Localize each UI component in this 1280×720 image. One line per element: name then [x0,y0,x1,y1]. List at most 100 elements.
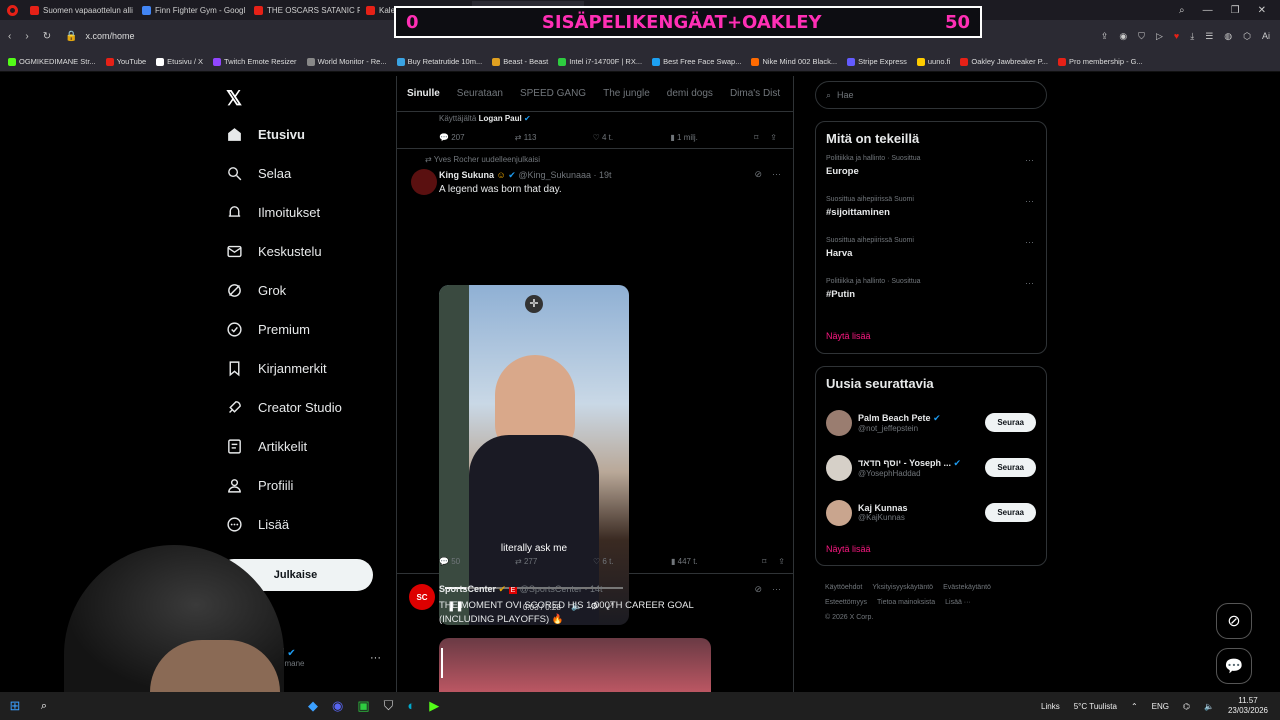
follow-button[interactable]: Seuraa [985,413,1036,432]
taskbar-search-icon[interactable]: ⌕ [30,700,58,713]
discord-icon[interactable]: ◉ [332,698,343,714]
grok-float-icon[interactable]: ⊘ [1216,603,1252,639]
shield-icon[interactable]: ⛉ [1138,31,1145,42]
share-icon[interactable]: ⇪ [778,557,785,566]
heart-icon[interactable]: ♥ [1174,31,1179,42]
trend-more-icon[interactable]: ··· [1025,237,1034,247]
more-icon[interactable]: ··· [772,169,781,180]
avatar[interactable] [826,499,852,526]
bookmark-item[interactable]: Nike Mind 002 Black... [751,57,837,66]
trend-item[interactable]: Politiikka ja hallinto · Suosittua Europe… [816,155,1046,196]
share-icon[interactable]: ⇪ [770,133,777,142]
sidebar-item-profile[interactable]: Profiili [226,477,293,494]
extension-icon[interactable]: ⬡ [1243,31,1251,42]
edge-icon[interactable]: ◐ [407,698,415,714]
close-window-icon[interactable]: ✕ [1258,5,1266,16]
follow-suggestion[interactable]: Palm Beach Pete ✔ @not_jeffepstein Seura… [816,400,1046,445]
camera-icon[interactable]: ◉ [1119,31,1127,42]
sidebar-item-bell[interactable]: Ilmoitukset [226,204,320,221]
sidebar-item-premium[interactable]: Premium [226,321,310,338]
bookmark-item[interactable]: Twitch Emote Resizer [213,57,297,66]
bookmark-item[interactable]: Best Free Face Swap... [652,57,741,66]
trend-more-icon[interactable]: ··· [1025,196,1034,206]
network-icon[interactable]: ⌬ [1183,702,1190,711]
play-icon[interactable]: ▷ [1156,31,1163,42]
post-sportscenter[interactable]: SC SportsCenter ✔ E @SportsCenter · 14t … [397,574,793,692]
timeline-tab[interactable]: Seurataan [457,88,503,111]
timeline-tab[interactable]: Dima's Dist [730,88,780,111]
sidebar-item-home[interactable]: Etusivu [226,126,305,143]
browser-tab[interactable]: Finn Fighter Gym - Googl [136,1,248,19]
sidebar-item-more[interactable]: Lisää [226,516,289,533]
account-more-icon[interactable]: ··· [370,652,381,664]
share-icon[interactable]: ⇪ [1101,31,1109,42]
timeline-tab[interactable]: SPEED GANG [520,88,586,111]
browser-tab[interactable]: THE OSCARS SATANIC RI [248,1,360,19]
search-tabs-icon[interactable]: ⌕ [1179,5,1185,16]
author-name[interactable]: King Sukuna [439,170,494,180]
bookmark-item[interactable]: Intel i7-14700F | RX... [558,57,642,66]
trend-item[interactable]: Politiikka ja hallinto · Suosittua #Putin… [816,278,1046,319]
sidebar-item-article[interactable]: Artikkelit [226,438,307,455]
bookmark-item[interactable]: Stripe Express [847,57,907,66]
video-thumbnail[interactable] [439,638,711,692]
post-time[interactable]: 14t [590,584,603,594]
timeline-tab[interactable]: demi dogs [667,88,713,111]
trend-more-icon[interactable]: ··· [1025,278,1034,288]
post-time[interactable]: 19t [599,170,612,180]
avatar[interactable] [826,409,852,436]
trend-item[interactable]: Suosittua aihepiirissä Suomi #sijoittamin… [816,196,1046,237]
show-more-link[interactable]: Näytä lisää [826,544,871,554]
trend-more-icon[interactable]: ··· [1025,155,1034,165]
tray-chevron-icon[interactable]: ⌃ [1131,702,1138,711]
trend-item[interactable]: Suosittua aihepiirissä Suomi Harva ··· [816,237,1046,278]
views-action[interactable]: ▮ 1 milj. [670,133,754,142]
sportscenter-logo-icon[interactable]: SC [409,584,435,610]
copilot-icon[interactable]: ◆ [308,698,318,714]
sidebar-item-bookmark[interactable]: Kirjanmerkit [226,360,327,377]
minimize-icon[interactable]: — [1203,5,1213,16]
follow-suggestion[interactable]: יוסף חדאד - Yoseph ... ✔ @YosephHaddad S… [816,445,1046,490]
like-action[interactable]: ♡ 4 t. [593,133,671,142]
forward-icon[interactable]: › [25,31,28,42]
sidebar-item-mail[interactable]: Keskustelu [226,243,322,260]
via-name[interactable]: Logan Paul [479,114,522,123]
post-king-sukuna[interactable]: ⇄ Yves Rocher uudelleenjulkaisi King Suk… [397,149,793,625]
clock[interactable]: 11.57 23/03/2026 [1228,696,1268,716]
grok-icon[interactable]: ⊘ [754,584,762,595]
author-handle[interactable]: @King_Sukunaaa [518,170,591,180]
bookmark-icon[interactable]: ⌑ [762,557,766,566]
bookmark-item[interactable]: Buy Retatrutide 10m... [396,57,482,66]
follow-button[interactable]: Seuraa [985,458,1036,477]
repost-action[interactable]: ⇄ 113 [515,133,593,142]
maximize-icon[interactable]: ❐ [1231,5,1240,16]
footer-link[interactable]: Käyttöehdot [825,584,862,591]
timeline-tab[interactable]: Sinulle [407,88,440,111]
footer-link[interactable]: Esteettömyys [825,599,867,606]
bookmark-item[interactable]: OGMIKEDIMANE Str... [8,57,96,66]
reload-icon[interactable]: ↻ [43,31,51,42]
timeline-tab[interactable]: The jungle [603,88,650,111]
like-action[interactable]: ♡ 6 t. [593,557,671,566]
follow-button[interactable]: Seuraa [985,503,1036,522]
sidebar-item-search[interactable]: Selaa [226,165,291,182]
more-icon[interactable]: ··· [772,584,781,595]
bookmark-item[interactable]: uuno.fi [916,57,950,66]
kick-icon[interactable]: ▶ [429,698,439,714]
reply-action[interactable]: 💬 207 [439,133,515,142]
bookmark-item[interactable]: Pro membership - G... [1057,57,1143,66]
opera-logo-icon[interactable] [0,0,24,20]
author-name[interactable]: SportsCenter [439,584,496,594]
follow-suggestion[interactable]: Kaj Kunnas @KajKunnas Seuraa [816,490,1046,535]
profile-icon[interactable]: ◍ [1224,31,1232,42]
author-handle[interactable]: @SportsCenter [520,584,582,594]
avatar[interactable] [411,169,437,195]
links-toolbar[interactable]: Links [1041,702,1060,711]
footer-link[interactable]: Yksityisyyskäytäntö [872,584,933,591]
show-more-link[interactable]: Näytä lisää [826,331,871,341]
search-box[interactable]: ⌕ Hae [815,81,1047,109]
app-green-icon[interactable]: ▣ [357,698,369,714]
sidebar-item-grok[interactable]: Grok [226,282,286,299]
expand-icon[interactable]: ✛ [525,295,543,313]
volume-icon[interactable]: 🔈 [1204,702,1214,711]
